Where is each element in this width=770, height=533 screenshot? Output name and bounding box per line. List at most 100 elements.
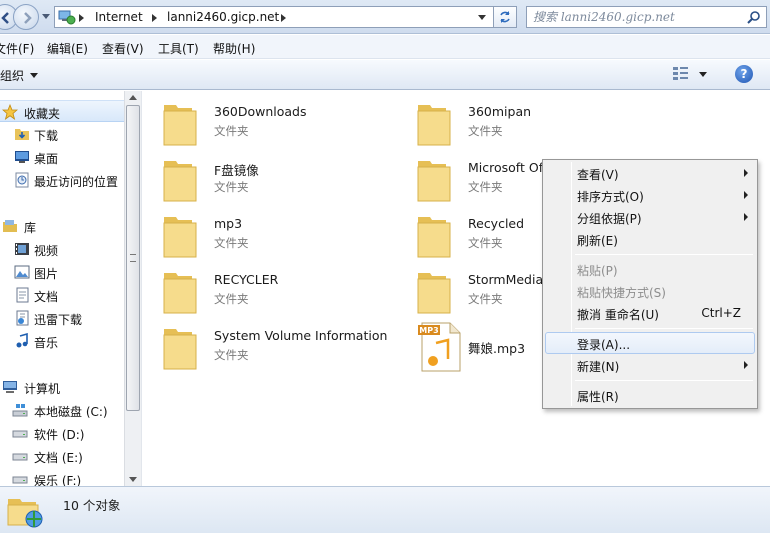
network-folder-icon	[7, 499, 43, 528]
search-icon[interactable]	[747, 10, 761, 24]
file-name: F盘镜像	[214, 163, 259, 178]
breadcrumb-internet[interactable]: Internet	[95, 10, 143, 24]
menu-edit[interactable]: 编辑(E)	[47, 40, 88, 57]
file-name: StormMedia	[468, 272, 544, 287]
nav-computer[interactable]: 计算机	[0, 376, 124, 398]
view-options-icon	[673, 67, 688, 80]
nav-drive-d[interactable]: 软件 (D:)	[0, 422, 124, 444]
menu-item-group-by[interactable]: 分组依据(P)	[545, 206, 755, 228]
drive-icon	[12, 453, 28, 461]
recent-pages-dropdown[interactable]	[42, 14, 50, 19]
address-bar[interactable]: Internet lanni2460.gicp.net	[54, 6, 517, 28]
help-button[interactable]: ?	[735, 65, 753, 83]
menu-item-sort-by[interactable]: 排序方式(O)	[545, 184, 755, 206]
nav-music-label: 音乐	[34, 336, 59, 350]
breadcrumb-separator-icon[interactable]	[152, 14, 157, 22]
nav-libraries-label: 库	[24, 221, 37, 235]
nav-pictures-label: 图片	[34, 267, 59, 281]
downloads-folder-icon	[15, 129, 29, 140]
folder-icon	[163, 161, 197, 202]
folder-icon	[417, 273, 451, 314]
picture-library-icon	[14, 265, 30, 279]
file-item[interactable]: 360mipan 文件夹	[416, 99, 666, 149]
file-name: 360Downloads	[214, 104, 307, 119]
scroll-up-icon[interactable]	[129, 95, 137, 100]
address-history-dropdown[interactable]	[474, 9, 490, 25]
file-type: 文件夹	[468, 292, 503, 306]
submenu-arrow-icon	[744, 191, 748, 199]
refresh-button[interactable]	[493, 6, 517, 28]
menu-help[interactable]: 帮助(H)	[213, 40, 255, 57]
command-bar: 组织 ?	[0, 60, 770, 90]
file-item[interactable]: F盘镜像 文件夹	[162, 155, 412, 205]
nav-pane-scrollbar[interactable]	[124, 91, 141, 486]
menu-view[interactable]: 查看(V)	[102, 40, 144, 57]
menu-item-undo-rename[interactable]: 撤消 重命名(U) Ctrl+Z	[545, 302, 755, 324]
menu-item-label: 粘贴(P)	[577, 264, 618, 278]
menu-separator	[575, 328, 753, 329]
nav-desktop[interactable]: 桌面	[0, 146, 124, 168]
nav-drive-e[interactable]: 文档 (E:)	[0, 445, 124, 467]
search-input[interactable]	[533, 9, 743, 25]
scroll-down-icon[interactable]	[129, 477, 137, 482]
breadcrumb-separator-icon[interactable]	[79, 14, 84, 22]
menu-item-refresh[interactable]: 刷新(E)	[545, 228, 755, 250]
folder-icon	[417, 217, 451, 258]
forward-button[interactable]	[13, 4, 39, 30]
menu-item-paste-shortcut: 粘贴快捷方式(S)	[545, 280, 755, 302]
scrollbar-thumb[interactable]	[126, 105, 140, 411]
menu-tools[interactable]: 工具(T)	[158, 40, 199, 57]
nav-music[interactable]: 音乐	[0, 330, 124, 352]
file-name: RECYCLER	[214, 272, 279, 287]
nav-favorites[interactable]: 收藏夹	[0, 100, 124, 122]
file-type: 文件夹	[468, 236, 503, 250]
menu-item-new[interactable]: 新建(N)	[545, 354, 755, 376]
menu-item-view[interactable]: 查看(V)	[545, 162, 755, 184]
nav-documents[interactable]: 文档	[0, 284, 124, 306]
nav-drive-c[interactable]: 本地磁盘 (C:)	[0, 399, 124, 421]
file-name: System Volume Information	[214, 328, 388, 343]
network-location-icon	[58, 10, 76, 25]
nav-thunder-downloads[interactable]: 迅雷下载	[0, 307, 124, 329]
menu-item-properties[interactable]: 属性(R)	[545, 384, 755, 406]
file-item[interactable]: RECYCLER 文件夹	[162, 267, 412, 317]
music-library-icon	[16, 333, 28, 348]
folder-icon	[417, 161, 451, 202]
breadcrumb-host[interactable]: lanni2460.gicp.net	[167, 10, 279, 24]
file-type: 文件夹	[214, 292, 249, 306]
submenu-arrow-icon	[744, 361, 748, 369]
menu-item-login[interactable]: 登录(A)...	[545, 332, 755, 354]
nav-recent-places[interactable]: 最近访问的位置	[0, 169, 124, 191]
menu-item-label: 分组依据(P)	[577, 212, 642, 226]
change-view-button[interactable]	[672, 66, 712, 84]
nav-drive-e-label: 文档 (E:)	[34, 451, 83, 465]
file-item[interactable]: 360Downloads 文件夹	[162, 99, 412, 149]
desktop-icon	[15, 151, 29, 163]
folder-icon	[417, 105, 451, 146]
menu-file[interactable]: 文件(F)	[0, 40, 34, 57]
drive-icon	[12, 430, 28, 438]
system-drive-icon	[12, 404, 28, 417]
folder-icon	[163, 273, 197, 314]
breadcrumb-separator-icon[interactable]	[281, 14, 286, 22]
search-box[interactable]	[526, 6, 767, 28]
thunder-downloads-icon	[16, 310, 29, 326]
nav-libraries[interactable]: 库	[0, 215, 124, 237]
nav-videos[interactable]: 视频	[0, 238, 124, 260]
organize-button[interactable]: 组织	[0, 67, 38, 84]
menu-item-label: 撤消 重命名(U)	[577, 308, 659, 322]
computer-icon	[3, 381, 17, 393]
file-item[interactable]: System Volume Information 文件夹	[162, 323, 412, 373]
nav-drive-c-label: 本地磁盘 (C:)	[34, 405, 108, 419]
nav-pictures[interactable]: 图片	[0, 261, 124, 283]
folder-icon	[163, 217, 197, 258]
libraries-icon	[3, 220, 17, 232]
menu-item-label: 属性(R)	[577, 390, 619, 404]
menu-item-label: 刷新(E)	[577, 234, 618, 248]
nav-downloads[interactable]: 下载	[0, 123, 124, 145]
file-type: 文件夹	[214, 348, 249, 362]
file-item[interactable]: mp3 文件夹	[162, 211, 412, 261]
nav-drive-f[interactable]: 娱乐 (F:)	[0, 468, 124, 486]
folder-icon	[163, 329, 197, 370]
menu-item-label: 粘贴快捷方式(S)	[577, 286, 666, 300]
